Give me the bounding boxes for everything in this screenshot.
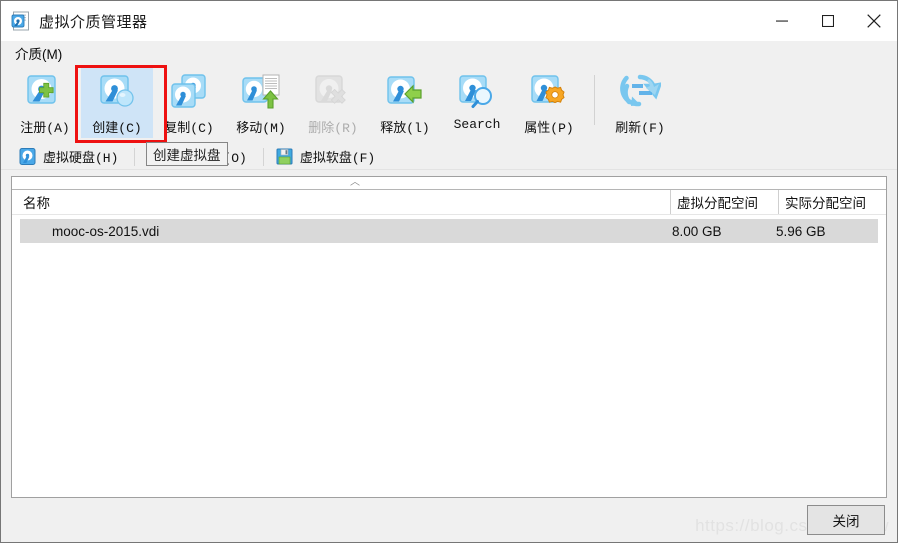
list-sort-bar[interactable]: ︿ [12, 177, 886, 190]
virtual-media-manager-icon [11, 11, 31, 31]
hdd-add-icon [24, 72, 66, 114]
toolbar-properties-label: 属性(P) [524, 121, 574, 136]
row-name: mooc-os-2015.vdi [52, 223, 160, 239]
toolbar-move[interactable]: 移动(M) [225, 68, 297, 138]
toolbar-copy[interactable]: 复制(C) [153, 68, 225, 138]
tab-floppy-disks[interactable]: 虚拟软盘(F) [268, 143, 387, 169]
toolbar: 注册(A) 创建(C) 复制(C) 移动(M) 删除(R) 释放(l) Sear… [1, 65, 897, 143]
menu-media[interactable]: 介质(M) [11, 41, 66, 65]
tooltip: 创建虚拟盘 [146, 142, 228, 166]
list-header: 名称 虚拟分配空间 实际分配空间 [12, 190, 886, 215]
list-rows: mooc-os-2015.vdi 8.00 GB 5.96 GB [12, 215, 886, 497]
hdd-delete-icon [312, 72, 354, 114]
tab-strip: 虚拟硬盘(H) 虚拟光盘(O) 虚拟软盘(F) [1, 141, 897, 170]
media-list: ︿ 名称 虚拟分配空间 实际分配空间 mooc-os-2015.vdi 8.00… [11, 176, 887, 498]
hdd-release-icon [384, 72, 426, 114]
tab-divider [262, 148, 264, 166]
hdd-create-icon [96, 72, 138, 114]
close-button[interactable]: 关闭 [807, 505, 885, 535]
hdd-properties-icon [528, 72, 570, 114]
row-virtual-size: 8.00 GB [672, 223, 722, 239]
toolbar-move-label: 移动(M) [236, 121, 286, 136]
toolbar-release-label: 释放(l) [380, 121, 430, 136]
virtual-media-manager-window: 虚拟介质管理器 介质(M) 注册(A) 创建(C) 复制(C) 移动(M) 删除… [0, 0, 898, 543]
column-name[interactable]: 名称 [12, 190, 670, 214]
toolbar-create[interactable]: 创建(C) [81, 68, 153, 138]
toolbar-register[interactable]: 注册(A) [9, 68, 81, 138]
toolbar-refresh-label: 刷新(F) [615, 121, 665, 136]
toolbar-search-label: Search [453, 117, 501, 132]
tab-floppy-disks-label: 虚拟软盘(F) [299, 150, 376, 166]
floppy-disk-icon [276, 148, 293, 165]
table-row[interactable]: mooc-os-2015.vdi 8.00 GB 5.96 GB [20, 219, 878, 243]
toolbar-register-label: 注册(A) [20, 121, 70, 136]
toolbar-refresh[interactable]: 刷新(F) [604, 68, 676, 138]
tab-divider [134, 148, 136, 166]
hdd-move-icon [240, 72, 282, 114]
titlebar: 虚拟介质管理器 [1, 1, 897, 41]
close-icon[interactable] [851, 1, 897, 41]
maximize-icon[interactable] [805, 1, 851, 41]
refresh-icon [619, 72, 661, 114]
toolbar-properties[interactable]: 属性(P) [513, 68, 585, 138]
toolbar-search[interactable]: Search [441, 68, 513, 138]
toolbar-copy-label: 复制(C) [164, 121, 214, 136]
window-title: 虚拟介质管理器 [39, 13, 148, 31]
hdd-copy-icon [168, 72, 210, 114]
tab-hard-disks[interactable]: 虚拟硬盘(H) [11, 143, 130, 169]
window-controls [759, 1, 897, 41]
toolbar-separator [594, 75, 595, 125]
toolbar-delete[interactable]: 删除(R) [297, 68, 369, 138]
minimize-icon[interactable] [759, 1, 805, 41]
menubar: 介质(M) [1, 41, 897, 65]
toolbar-create-label: 创建(C) [92, 121, 142, 136]
row-actual-size: 5.96 GB [776, 223, 826, 239]
column-virtual-size[interactable]: 虚拟分配空间 [670, 190, 778, 214]
bottom-bar: https://blog.csdn.net/jxw 关闭 [1, 498, 897, 542]
hard-disk-icon [19, 147, 36, 165]
column-actual-size[interactable]: 实际分配空间 [778, 190, 886, 214]
toolbar-delete-label: 删除(R) [308, 121, 358, 136]
sort-ascending-icon[interactable]: ︿ [350, 178, 360, 188]
toolbar-release[interactable]: 释放(l) [369, 68, 441, 138]
hdd-search-icon [456, 72, 498, 114]
tab-hard-disks-label: 虚拟硬盘(H) [43, 150, 119, 166]
